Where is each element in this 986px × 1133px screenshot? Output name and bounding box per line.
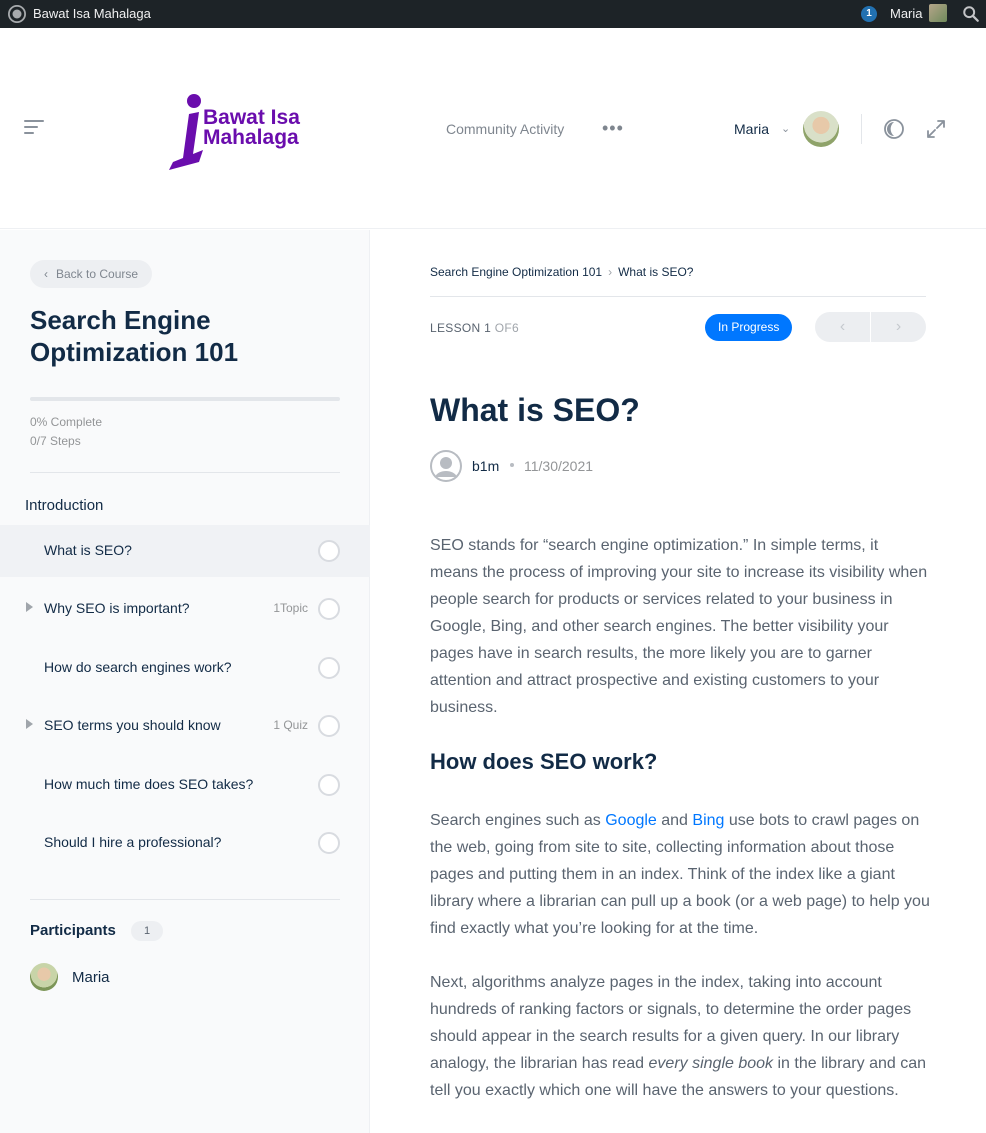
content-divider: [430, 296, 926, 297]
lesson-number: LESSON 1: [430, 321, 492, 335]
breadcrumb: Search Engine Optimization 101 › What is S…: [430, 265, 693, 279]
percent-complete: 0% Complete: [30, 415, 103, 429]
breadcrumb-current: What is SEO?: [618, 265, 694, 279]
completion-circle-icon[interactable]: [318, 832, 340, 854]
fullscreen-icon[interactable]: [925, 118, 947, 140]
author-avatar[interactable]: [430, 450, 462, 482]
expand-arrow-icon[interactable]: [26, 719, 33, 729]
course-progress-bar: [30, 397, 340, 401]
chevron-left-icon: ‹: [44, 267, 48, 281]
wordpress-icon[interactable]: [8, 5, 26, 23]
logo-line-1: Bawat Isa: [203, 106, 300, 129]
logo-text[interactable]: Bawat Isa Mahalaga: [203, 106, 300, 149]
admin-bar: Bawat Isa Mahalaga 1 Maria: [0, 0, 986, 28]
participants-label: Participants: [30, 922, 116, 939]
lesson-counter: LESSON 1 OF6: [430, 321, 519, 335]
notification-badge[interactable]: 1: [861, 6, 877, 22]
completion-circle-icon[interactable]: [318, 657, 340, 679]
paragraph-crawling: Search engines such as Google and Bing u…: [430, 807, 930, 942]
search-icon[interactable]: [962, 5, 980, 23]
user-placeholder-icon: [430, 450, 462, 482]
logo-line-2: Mahalaga: [203, 126, 299, 149]
sidebar-divider: [30, 899, 340, 900]
lesson-label: What is SEO?: [44, 542, 132, 558]
lesson-content: Search Engine Optimization 101 › What is S…: [370, 230, 986, 1133]
author-name[interactable]: b1m: [472, 458, 499, 474]
breadcrumb-separator-icon: ›: [608, 265, 613, 279]
header-user-name[interactable]: Maria: [734, 121, 769, 137]
lesson-label: How do search engines work?: [44, 659, 232, 675]
lesson-meta: 1 Quiz: [273, 718, 308, 732]
meta-separator: [510, 463, 514, 467]
text-span: use bots to crawl pages on the web, goin…: [430, 812, 930, 937]
breadcrumb-course-link[interactable]: Search Engine Optimization 101: [430, 265, 602, 279]
admin-site-name[interactable]: Bawat Isa Mahalaga: [33, 6, 151, 21]
emphasis-text: every single book: [648, 1055, 774, 1072]
sidebar-lesson-item[interactable]: SEO terms you should know 1 Quiz: [0, 700, 370, 752]
completion-circle-icon[interactable]: [318, 540, 340, 562]
previous-lesson-button[interactable]: ‹: [815, 312, 870, 342]
text-span: and: [656, 812, 693, 829]
status-badge: In Progress: [705, 314, 793, 341]
sidebar-lesson-item[interactable]: Why SEO is important? 1Topic: [0, 583, 370, 635]
menu-toggle-icon[interactable]: [24, 120, 44, 136]
sidebar-lesson-item[interactable]: Should I hire a professional?: [0, 817, 370, 869]
sidebar-lesson-item[interactable]: What is SEO?: [0, 525, 370, 577]
dark-mode-icon[interactable]: [883, 118, 905, 140]
paragraph-intro: SEO stands for “search engine optimizati…: [430, 537, 928, 716]
steps-count: 0/7 Steps: [30, 434, 81, 448]
participant-avatar[interactable]: [30, 963, 58, 991]
post-date: 11/30/2021: [524, 458, 594, 474]
admin-avatar[interactable]: [929, 4, 947, 22]
bing-link[interactable]: Bing: [692, 812, 724, 829]
more-icon[interactable]: •••: [602, 118, 624, 139]
lesson-total: OF6: [494, 321, 519, 335]
sidebar-divider: [30, 472, 340, 473]
google-link[interactable]: Google: [605, 812, 657, 829]
section-heading: Introduction: [25, 497, 104, 514]
chevron-down-icon[interactable]: ⌄: [781, 122, 790, 135]
sidebar-lesson-item[interactable]: How much time does SEO takes?: [0, 759, 370, 811]
admin-user-name[interactable]: Maria: [890, 6, 923, 21]
paragraph-algorithms: Next, algorithms analyze pages in the in…: [430, 969, 930, 1104]
text-span: Search engines such as: [430, 812, 606, 829]
section-heading-how-seo-works: How does SEO work?: [430, 749, 658, 774]
header-avatar[interactable]: [803, 111, 839, 147]
back-to-course-button[interactable]: ‹ Back to Course: [30, 260, 153, 288]
completion-circle-icon[interactable]: [318, 598, 340, 620]
course-title: Search Engine Optimization 101: [30, 305, 239, 367]
next-lesson-button[interactable]: ›: [871, 312, 926, 342]
course-sidebar: ‹ Back to Course Search Engine Optimizati…: [0, 230, 370, 1133]
lesson-label: Should I hire a professional?: [44, 834, 222, 850]
lesson-label: How much time does SEO takes?: [44, 776, 254, 792]
expand-arrow-icon[interactable]: [26, 602, 33, 612]
back-label: Back to Course: [56, 267, 139, 281]
lesson-label: Why SEO is important?: [44, 600, 190, 616]
lesson-label: SEO terms you should know: [44, 717, 221, 733]
lesson-title: What is SEO?: [430, 392, 640, 428]
sidebar-lesson-item[interactable]: How do search engines work?: [0, 642, 370, 694]
participant-name[interactable]: Maria: [72, 969, 110, 986]
participants-count-badge: 1: [131, 921, 163, 941]
lesson-meta: 1Topic: [273, 601, 308, 615]
site-header: Bawat Isa Mahalaga Community Activity ••…: [0, 28, 986, 229]
header-divider: [861, 114, 862, 144]
completion-circle-icon[interactable]: [318, 715, 340, 737]
completion-circle-icon[interactable]: [318, 774, 340, 796]
nav-community-activity[interactable]: Community Activity: [446, 121, 564, 137]
